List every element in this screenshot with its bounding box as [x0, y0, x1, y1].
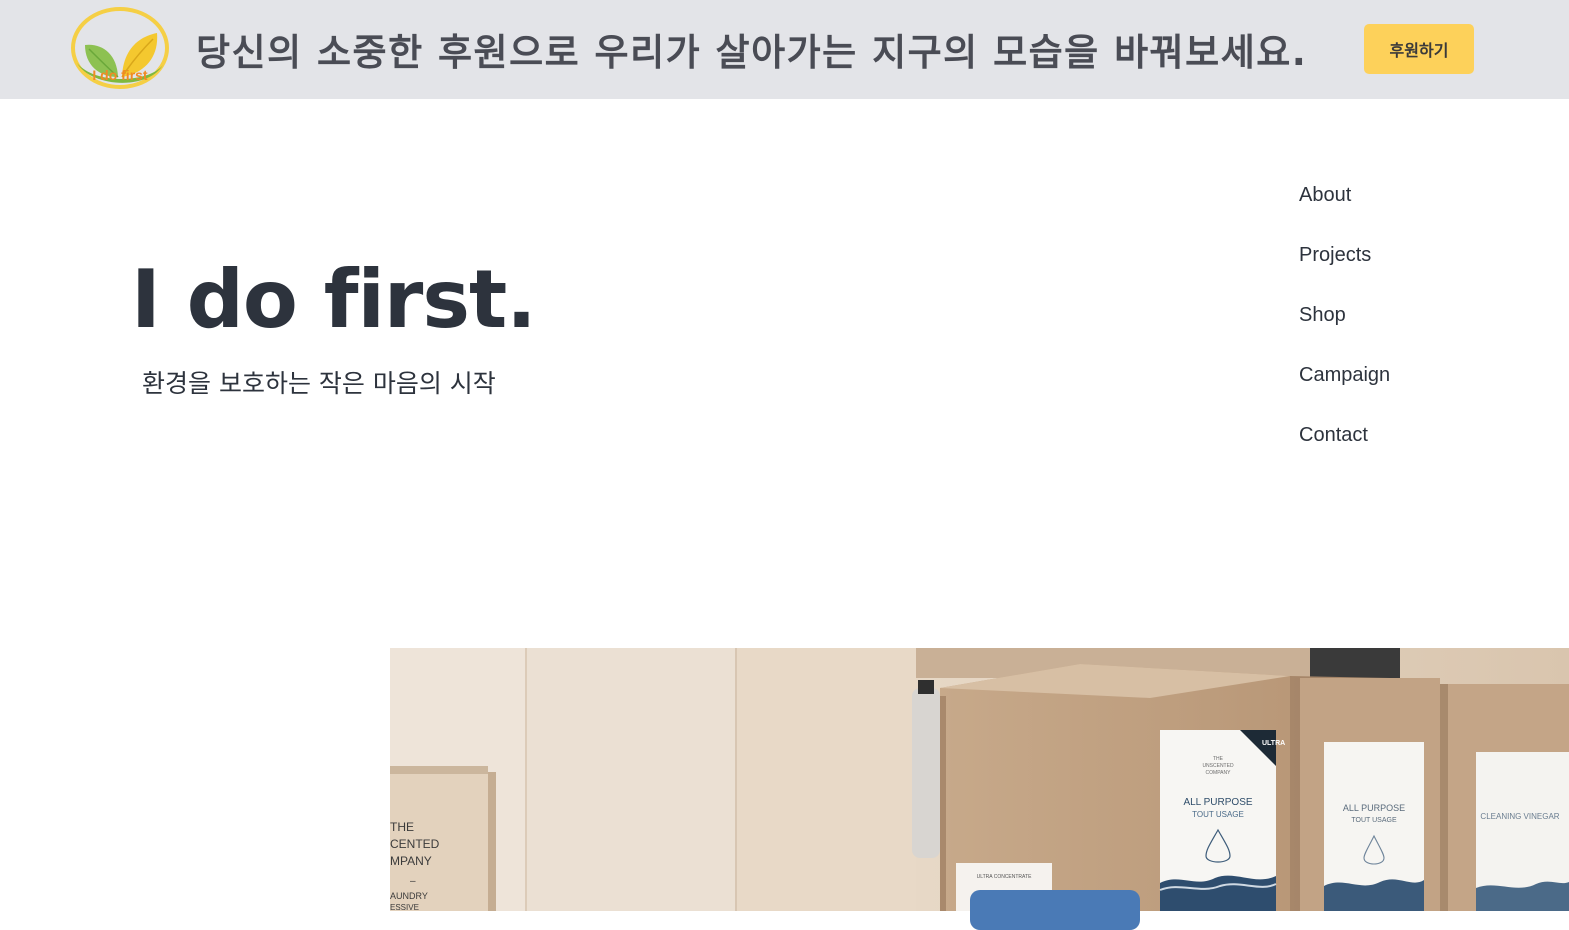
box1-brand-line1: THE [1213, 756, 1224, 762]
svg-text:MPANY: MPANY [390, 854, 432, 868]
hero-photo: THE CENTED MPANY – AUNDRY ESSIVE ULTRA C… [390, 648, 1569, 911]
box3-product: CLEANING VINEGAR [1480, 812, 1559, 821]
box1-brand-line2: UNSCENTED [1202, 763, 1234, 769]
box1-brand-line3: COMPANY [1206, 770, 1232, 776]
nav-link-projects[interactable]: Projects [1299, 244, 1371, 266]
box2-product: ALL PURPOSE [1343, 803, 1405, 813]
nav-link-about[interactable]: About [1299, 184, 1351, 206]
product-boxes-photo: THE CENTED MPANY – AUNDRY ESSIVE ULTRA C… [390, 648, 1569, 911]
nav-item-about: About [1299, 178, 1499, 238]
svg-text:AUNDRY: AUNDRY [390, 891, 428, 901]
svg-text:ESSIVE: ESSIVE [390, 903, 419, 911]
main-nav: About Projects Shop Campaign Contact [1299, 178, 1499, 478]
svg-text:CENTED: CENTED [390, 837, 440, 851]
nav-link-campaign[interactable]: Campaign [1299, 364, 1390, 386]
nav-item-contact: Contact [1299, 418, 1499, 478]
top-banner: I do first 당신의 소중한 후원으로 우리가 살아가는 지구의 모습을… [0, 0, 1569, 99]
nav-item-shop: Shop [1299, 298, 1499, 358]
svg-text:ULTRA CONCENTRATE: ULTRA CONCENTRATE [977, 874, 1032, 880]
svg-text:–: – [410, 876, 416, 887]
hero-subtitle: 환경을 보호하는 작은 마음의 시작 [142, 369, 496, 398]
nav-item-projects: Projects [1299, 238, 1499, 298]
nav-item-campaign: Campaign [1299, 358, 1499, 418]
nav-link-contact[interactable]: Contact [1299, 424, 1368, 446]
box1-badge: ULTRA [1262, 740, 1285, 747]
hero-title: I do first. [131, 253, 537, 346]
nav-link-shop[interactable]: Shop [1299, 304, 1346, 326]
svg-text:THE: THE [390, 820, 414, 834]
photo-cta-button[interactable] [970, 890, 1140, 930]
box1-product: ALL PURPOSE [1183, 797, 1252, 808]
leaf-logo-icon: I do first [71, 7, 169, 89]
logo-text: I do first [92, 67, 148, 83]
box1-subtitle: TOUT USAGE [1192, 810, 1244, 819]
box2-subtitle: TOUT USAGE [1351, 817, 1397, 824]
donate-button[interactable]: 후원하기 [1364, 24, 1474, 74]
logo[interactable]: I do first [71, 7, 169, 89]
banner-message: 당신의 소중한 후원으로 우리가 살아가는 지구의 모습을 바꿔보세요. [196, 31, 1308, 74]
